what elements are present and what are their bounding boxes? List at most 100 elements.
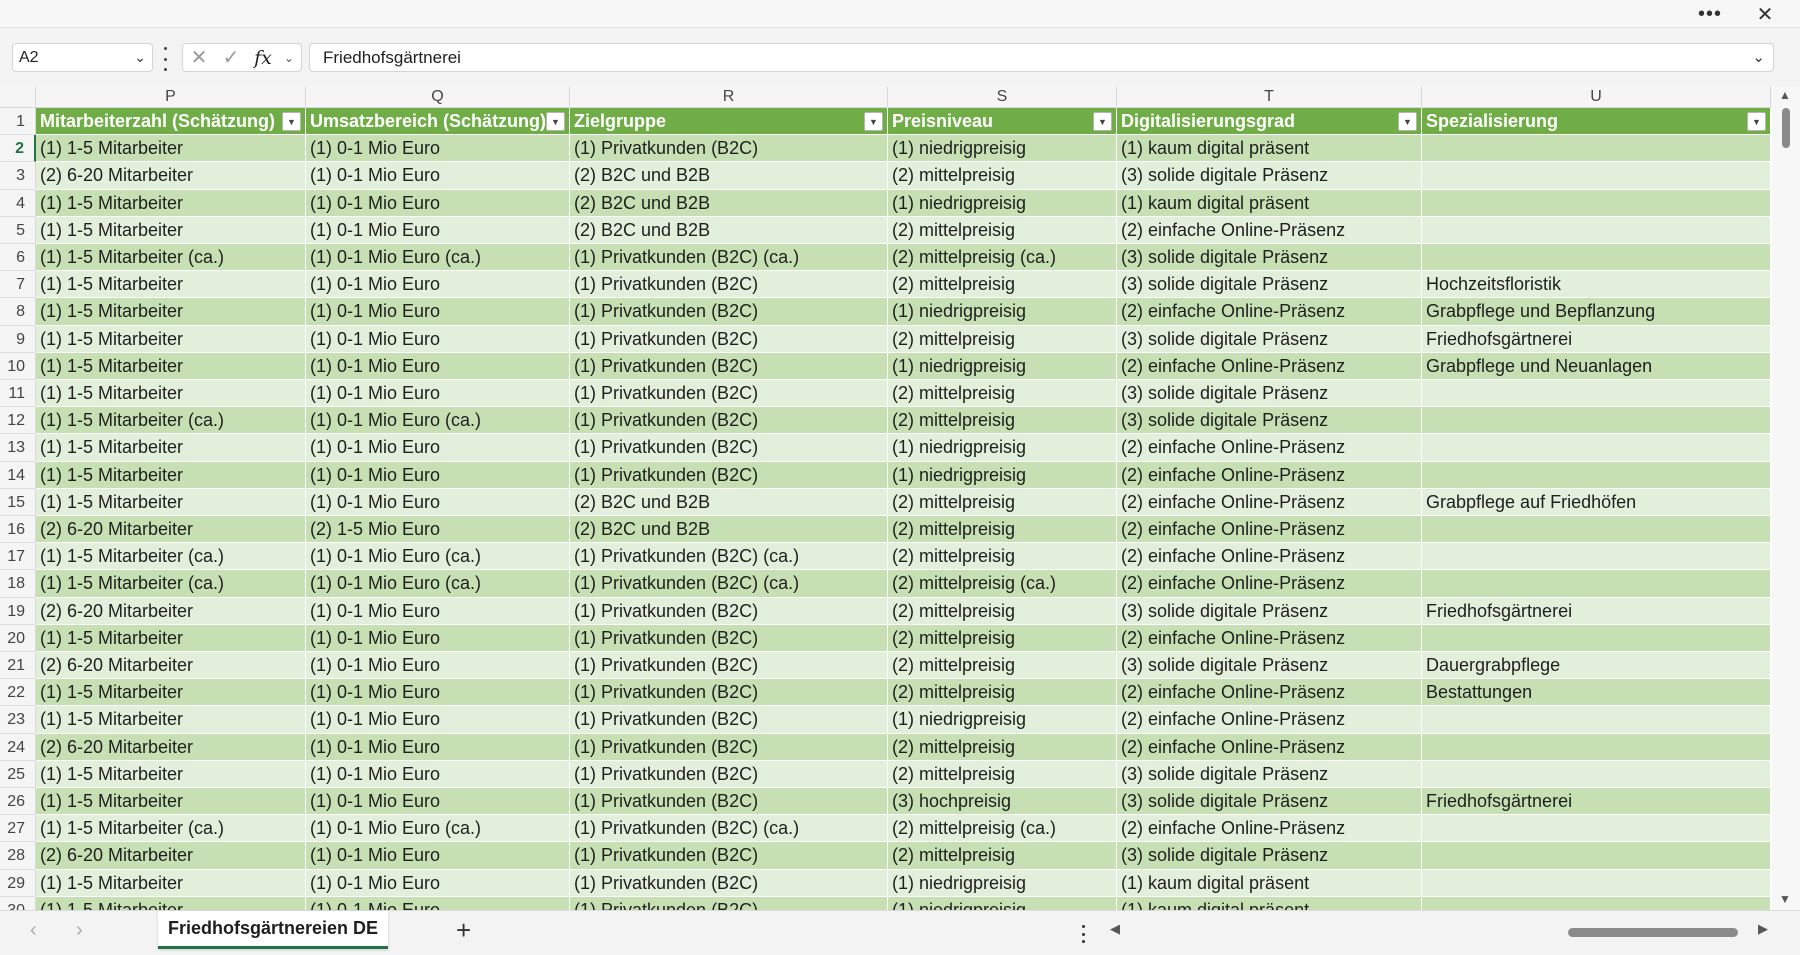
table-cell[interactable]: (1) 0-1 Mio Euro [306, 325, 570, 353]
table-cell[interactable]: (1) 0-1 Mio Euro (ca.) [306, 815, 570, 843]
table-cell[interactable]: (1) 1-5 Mitarbeiter (ca.) [36, 244, 306, 272]
table-cell[interactable]: (1) Privatkunden (B2C) (ca.) [570, 244, 888, 272]
table-cell[interactable] [1422, 543, 1771, 571]
cancel-icon[interactable]: ✕ [183, 45, 215, 70]
row-number[interactable]: 21 [0, 652, 36, 680]
next-sheet-icon[interactable]: › [76, 919, 83, 942]
table-cell[interactable]: (1) Privatkunden (B2C) [570, 842, 888, 870]
table-cell[interactable]: (1) niedrigpreisig [888, 706, 1117, 734]
table-cell[interactable]: (2) mittelpreisig [888, 652, 1117, 680]
table-cell[interactable]: (2) 6-20 Mitarbeiter [36, 842, 306, 870]
filter-dropdown-icon[interactable]: ▼ [282, 112, 301, 131]
row-number[interactable]: 25 [0, 760, 36, 788]
table-cell[interactable]: (1) niedrigpreisig [888, 434, 1117, 462]
row-number[interactable]: 2 [0, 135, 36, 163]
table-cell[interactable]: (2) mittelpreisig [888, 733, 1117, 761]
table-cell[interactable]: Grabpflege und Bepflanzung [1422, 298, 1771, 326]
table-cell[interactable]: (1) Privatkunden (B2C) [570, 325, 888, 353]
scroll-left-icon[interactable]: ◀ [1110, 921, 1120, 937]
table-cell[interactable]: (1) 1-5 Mitarbeiter [36, 325, 306, 353]
table-header-cell[interactable]: Preisniveau ▼ [888, 108, 1117, 136]
table-cell[interactable]: (2) einfache Online-Präsenz [1117, 815, 1422, 843]
table-cell[interactable]: (1) Privatkunden (B2C) [570, 788, 888, 816]
chevron-down-icon[interactable]: ⌄ [134, 49, 146, 66]
vertical-scroll-thumb[interactable] [1782, 108, 1790, 148]
table-cell[interactable]: (1) 0-1 Mio Euro [306, 869, 570, 897]
expand-formula-icon[interactable]: ⌄ [1752, 48, 1765, 66]
table-cell[interactable]: (2) mittelpreisig [888, 216, 1117, 244]
table-cell[interactable]: (3) solide digitale Präsenz [1117, 760, 1422, 788]
row-number[interactable]: 20 [0, 624, 36, 652]
table-cell[interactable]: (2) einfache Online-Präsenz [1117, 488, 1422, 516]
row-number[interactable]: 15 [0, 488, 36, 516]
close-button[interactable]: ✕ [1745, 0, 1785, 28]
table-cell[interactable]: (2) einfache Online-Präsenz [1117, 216, 1422, 244]
table-cell[interactable]: (1) Privatkunden (B2C) [570, 706, 888, 734]
table-cell[interactable]: (1) kaum digital präsent [1117, 869, 1422, 897]
table-cell[interactable]: (1) 0-1 Mio Euro [306, 842, 570, 870]
table-cell[interactable]: (3) hochpreisig [888, 788, 1117, 816]
filter-dropdown-icon[interactable]: ▼ [1398, 112, 1417, 131]
table-cell[interactable]: (1) 1-5 Mitarbeiter [36, 706, 306, 734]
table-cell[interactable]: (1) Privatkunden (B2C) [570, 896, 888, 910]
table-cell[interactable]: (1) niedrigpreisig [888, 298, 1117, 326]
table-cell[interactable]: (2) 6-20 Mitarbeiter [36, 733, 306, 761]
table-cell[interactable]: (1) Privatkunden (B2C) [570, 869, 888, 897]
table-cell[interactable]: (2) 6-20 Mitarbeiter [36, 516, 306, 544]
table-cell[interactable]: (3) solide digitale Präsenz [1117, 842, 1422, 870]
table-cell[interactable]: (2) einfache Online-Präsenz [1117, 516, 1422, 544]
table-header-cell[interactable]: Umsatzbereich (Schätzung) ▼ [306, 108, 570, 136]
table-cell[interactable]: (1) 0-1 Mio Euro [306, 189, 570, 217]
scroll-right-icon[interactable]: ▶ [1758, 921, 1768, 937]
table-cell[interactable]: (1) Privatkunden (B2C) [570, 597, 888, 625]
table-cell[interactable] [1422, 461, 1771, 489]
table-cell[interactable]: (1) niedrigpreisig [888, 352, 1117, 380]
table-cell[interactable]: (2) mittelpreisig [888, 842, 1117, 870]
table-cell[interactable]: (2) mittelpreisig [888, 679, 1117, 707]
horizontal-scrollbar[interactable]: ◀ ▶ [1110, 919, 1770, 945]
table-cell[interactable]: (1) 1-5 Mitarbeiter [36, 271, 306, 299]
table-cell[interactable]: (2) B2C und B2B [570, 216, 888, 244]
table-cell[interactable] [1422, 869, 1771, 897]
row-number[interactable]: 17 [0, 543, 36, 571]
table-cell[interactable]: (1) 1-5 Mitarbeiter (ca.) [36, 815, 306, 843]
table-cell[interactable]: (2) einfache Online-Präsenz [1117, 679, 1422, 707]
table-cell[interactable]: (1) 1-5 Mitarbeiter [36, 434, 306, 462]
table-cell[interactable]: (1) 1-5 Mitarbeiter (ca.) [36, 570, 306, 598]
column-header[interactable]: S [888, 86, 1117, 108]
table-header-cell[interactable]: Mitarbeiterzahl (Schätzung) ▼ [36, 108, 306, 136]
table-cell[interactable]: (2) mittelpreisig [888, 760, 1117, 788]
table-cell[interactable]: (1) 1-5 Mitarbeiter [36, 788, 306, 816]
table-cell[interactable] [1422, 624, 1771, 652]
table-cell[interactable]: (2) mittelpreisig [888, 162, 1117, 190]
table-cell[interactable]: (2) B2C und B2B [570, 488, 888, 516]
table-cell[interactable]: (1) niedrigpreisig [888, 896, 1117, 910]
table-cell[interactable]: (1) 0-1 Mio Euro [306, 135, 570, 163]
table-cell[interactable]: (1) Privatkunden (B2C) [570, 624, 888, 652]
table-cell[interactable]: (2) mittelpreisig (ca.) [888, 244, 1117, 272]
table-cell[interactable]: (3) solide digitale Präsenz [1117, 162, 1422, 190]
table-cell[interactable]: (1) Privatkunden (B2C) [570, 760, 888, 788]
table-cell[interactable]: (1) 1-5 Mitarbeiter [36, 298, 306, 326]
table-cell[interactable]: (2) mittelpreisig (ca.) [888, 570, 1117, 598]
table-cell[interactable] [1422, 516, 1771, 544]
row-number[interactable]: 19 [0, 597, 36, 625]
table-cell[interactable]: (2) B2C und B2B [570, 516, 888, 544]
enter-icon[interactable]: ✓ [215, 45, 247, 70]
formula-input[interactable]: Friedhofsgärtnerei ⌄ [309, 43, 1774, 72]
table-cell[interactable]: (1) Privatkunden (B2C) [570, 352, 888, 380]
table-cell[interactable]: (2) einfache Online-Präsenz [1117, 624, 1422, 652]
table-cell[interactable] [1422, 706, 1771, 734]
vertical-scrollbar[interactable]: ▲ ▼ [1772, 86, 1800, 910]
table-cell[interactable]: (1) Privatkunden (B2C) [570, 461, 888, 489]
more-options-button[interactable]: ••• [1690, 0, 1730, 28]
name-box[interactable]: A2 ⌄ [12, 43, 153, 72]
table-cell[interactable]: (3) solide digitale Präsenz [1117, 325, 1422, 353]
table-header-cell[interactable]: Zielgruppe ▼ [570, 108, 888, 136]
table-cell[interactable]: (2) einfache Online-Präsenz [1117, 543, 1422, 571]
table-cell[interactable]: (1) 0-1 Mio Euro [306, 380, 570, 408]
table-cell[interactable]: (1) 0-1 Mio Euro [306, 298, 570, 326]
table-cell[interactable]: (1) Privatkunden (B2C) [570, 733, 888, 761]
table-cell[interactable]: (2) einfache Online-Präsenz [1117, 461, 1422, 489]
horizontal-scroll-thumb[interactable] [1568, 928, 1738, 937]
